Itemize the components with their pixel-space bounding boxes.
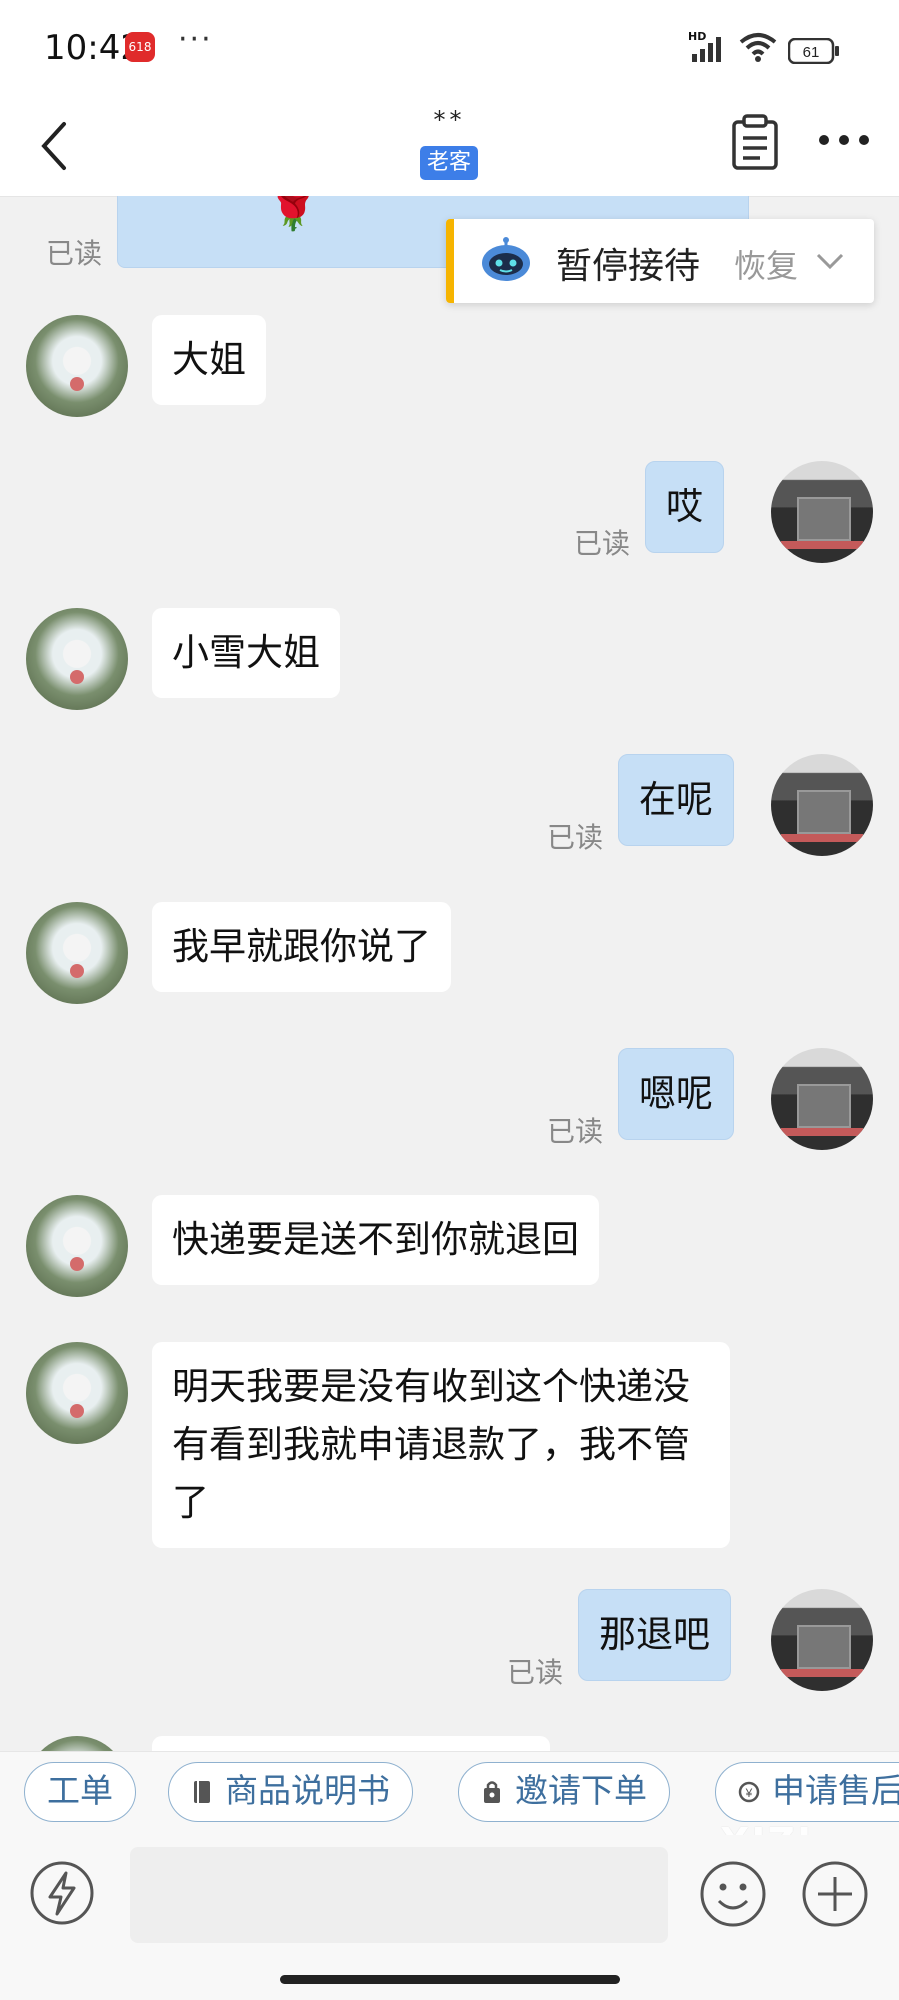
lightning-icon[interactable] bbox=[28, 1859, 96, 1927]
agent-avatar[interactable] bbox=[771, 461, 873, 563]
emoji-icon[interactable] bbox=[698, 1859, 768, 1929]
input-toolbar bbox=[0, 1835, 899, 2000]
status-more-icon: ··· bbox=[178, 22, 213, 57]
chevron-down-icon[interactable] bbox=[814, 247, 846, 275]
refund-icon: ¥ bbox=[738, 1781, 760, 1803]
message-bubble-in[interactable]: 快递要是送不到你就退回 bbox=[152, 1195, 599, 1285]
bag-icon bbox=[484, 1781, 500, 1803]
rose-emoji: 🌹 bbox=[268, 196, 318, 233]
svg-text:¥: ¥ bbox=[745, 1786, 753, 1800]
battery-level: 61 bbox=[803, 44, 820, 61]
message-bubble-out[interactable]: 在呢 bbox=[618, 754, 734, 846]
chip-label: 邀请下单 bbox=[515, 1771, 647, 1810]
agent-avatar[interactable] bbox=[771, 1589, 873, 1691]
customer-avatar[interactable] bbox=[26, 1195, 128, 1297]
read-receipt: 已读 bbox=[574, 527, 631, 560]
chip-label: 申请售后 bbox=[772, 1771, 899, 1810]
promo-badge-icon: 618 bbox=[125, 32, 155, 62]
chip-label: 商品说明书 bbox=[225, 1771, 390, 1810]
more-options-icon[interactable] bbox=[816, 120, 872, 160]
invite-order-button[interactable]: 邀请下单 bbox=[458, 1762, 670, 1822]
message-bubble-in[interactable]: 大姐 bbox=[152, 315, 266, 405]
customer-avatar[interactable] bbox=[26, 315, 128, 417]
read-receipt: 已读 bbox=[547, 1115, 604, 1148]
read-receipt: 已读 bbox=[46, 237, 103, 270]
book-icon bbox=[194, 1781, 210, 1803]
work-order-button[interactable]: 工单 bbox=[24, 1762, 136, 1822]
pause-status-label: 暂停接待 bbox=[556, 246, 701, 287]
customer-avatar[interactable] bbox=[26, 902, 128, 1004]
plus-icon[interactable] bbox=[800, 1859, 870, 1929]
customer-avatar[interactable] bbox=[26, 1736, 128, 1751]
signal-icon bbox=[692, 37, 721, 62]
resume-button[interactable]: 恢复 bbox=[734, 241, 798, 287]
after-sales-button[interactable]: ¥ 申请售后 bbox=[715, 1762, 899, 1822]
message-list[interactable]: 🌹 已读 大姐 已读 哎 小雪大姐 已读 在呢 我早就跟你说了 已读 嗯呢 快递… bbox=[0, 196, 899, 1751]
message-bubble-out[interactable]: 哎 bbox=[645, 461, 724, 553]
message-input[interactable] bbox=[130, 1847, 668, 1943]
message-bubble-in[interactable]: 我早就跟你说了 bbox=[152, 902, 451, 992]
message-bubble-out[interactable]: 那退吧 bbox=[578, 1589, 731, 1681]
robot-icon bbox=[482, 237, 530, 281]
customer-tag: 老客 bbox=[420, 146, 478, 180]
product-manual-button[interactable]: 商品说明书 bbox=[168, 1762, 413, 1822]
auto-reply-status-card[interactable]: 暂停接待 恢复 bbox=[446, 219, 874, 303]
customer-avatar[interactable] bbox=[26, 608, 128, 710]
message-bubble-in[interactable] bbox=[152, 1736, 550, 1751]
battery-icon: 61 bbox=[788, 38, 839, 64]
read-receipt: 已读 bbox=[547, 821, 604, 854]
status-bar: 10:42 618 ··· HD 61 bbox=[0, 0, 899, 100]
chat-header: ** 老客 bbox=[0, 100, 899, 197]
clipboard-icon[interactable] bbox=[730, 114, 780, 170]
wifi-icon bbox=[739, 33, 777, 62]
customer-avatar[interactable] bbox=[26, 1342, 128, 1444]
agent-avatar[interactable] bbox=[771, 754, 873, 856]
home-indicator bbox=[280, 1975, 620, 1984]
read-receipt: 已读 bbox=[507, 1656, 564, 1689]
message-bubble-out[interactable]: 嗯呢 bbox=[618, 1048, 734, 1140]
status-accent-bar bbox=[446, 219, 454, 303]
message-bubble-in[interactable]: 小雪大姐 bbox=[152, 608, 340, 698]
message-bubble-in[interactable]: 明天我要是没有收到这个快递没有看到我就申请退款了，我不管了 bbox=[152, 1342, 730, 1548]
chip-label: 工单 bbox=[47, 1771, 113, 1810]
agent-avatar[interactable] bbox=[771, 1048, 873, 1150]
